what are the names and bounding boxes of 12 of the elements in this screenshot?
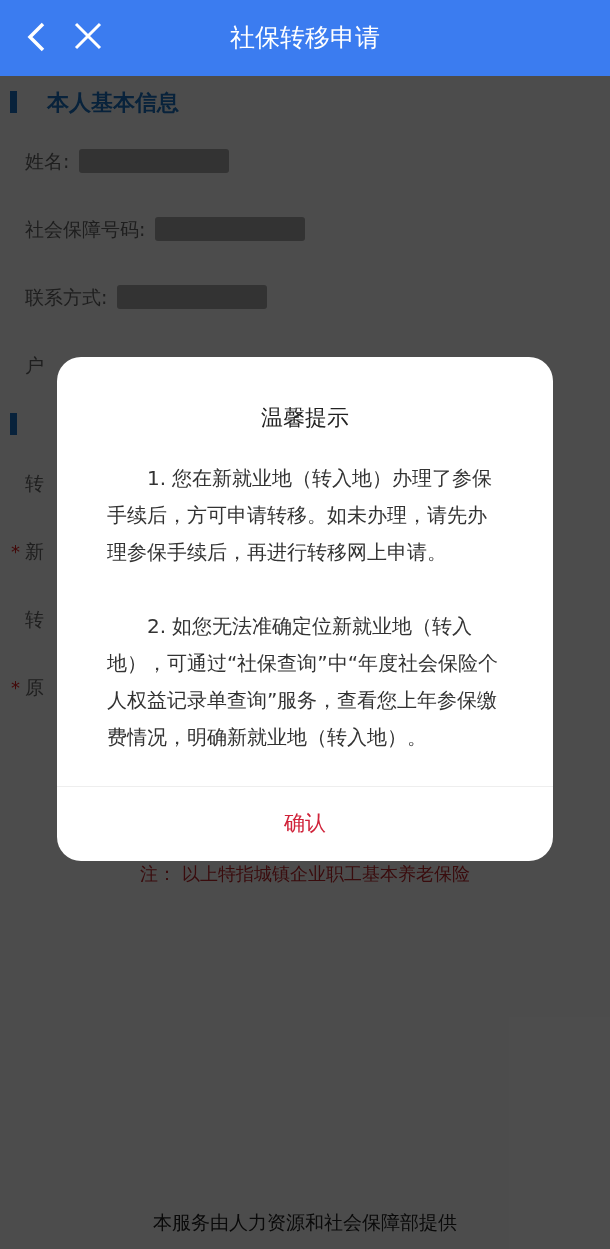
required-mark: * (11, 675, 20, 700)
close-icon[interactable] (74, 22, 102, 50)
dialog-paragraph: 1. 您在新就业地（转入地）办理了参保手续后，方可申请转移。如未办理，请先办理参保手续后，再进行转移网上申请。 (107, 465, 494, 566)
footer-text: 本服务由人力资源和社会保障部提供 (152, 1210, 458, 1235)
dialog-title: 温馨提示 (260, 404, 350, 432)
dialog-paragraph: 2. 如您无法准确定位新就业地（转入地），可通过“社保查询”中“年度社会保险个人权益记录单查询”服务，查看您上年参保缴费情况，明确新就业地（转入地）。 (107, 613, 500, 751)
note-text: 注： 以上特指城镇企业职工基本养老保险 (139, 862, 471, 886)
required-mark: * (11, 539, 20, 564)
back-icon[interactable] (26, 22, 46, 52)
section-title: 本人基本信息 (47, 88, 179, 117)
page-title: 社保转移申请 (230, 22, 380, 55)
confirm-button[interactable]: 确认 (57, 787, 553, 861)
